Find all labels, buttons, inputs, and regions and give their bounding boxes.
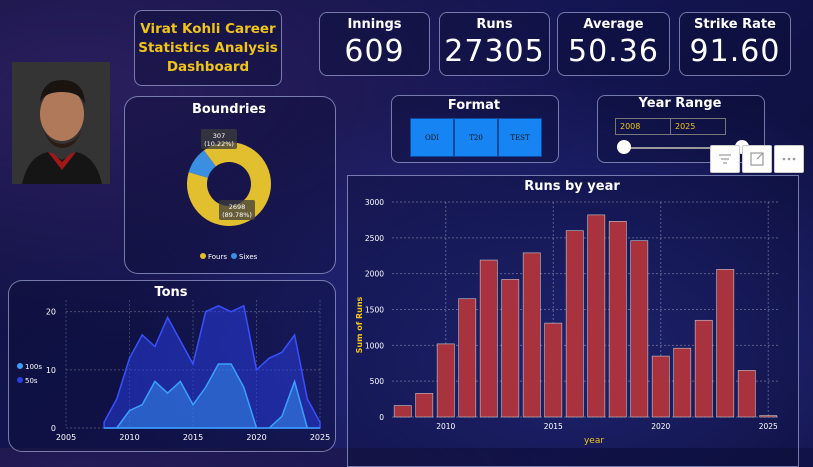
year-range-title: Year Range [638, 96, 722, 111]
legend-100s-label: 100s [25, 363, 42, 371]
runs-x-tick: 2015 [544, 422, 563, 431]
tons-legend: 100s 50s [17, 363, 42, 385]
kpi-runs-card: Runs 27305 [439, 12, 550, 76]
runs-x-tick: 2025 [759, 422, 778, 431]
more-options-icon [782, 157, 796, 161]
runs-bar-2021 [673, 347, 692, 418]
runs-bar-2017 [587, 214, 606, 418]
runs-bar-2012 [479, 259, 498, 418]
tons-y-tick: 0 [51, 424, 56, 433]
runs-bar-2019 [630, 240, 649, 418]
runs-bar-2022 [694, 319, 713, 418]
kpi-strike-rate-label: Strike Rate [694, 17, 776, 32]
format-option-test[interactable]: TEST [498, 118, 542, 157]
runs-bar-2025 [759, 415, 778, 418]
year-start-input[interactable]: 2008 [615, 118, 671, 135]
runs-y-tick: 1500 [365, 306, 384, 315]
runs-bar-2018 [608, 221, 627, 418]
donut-legend: Fours Sixes [200, 253, 258, 261]
tons-x-tick: 2020 [246, 433, 266, 442]
tons-y-tick: 20 [46, 308, 56, 317]
runs-x-tick: 2020 [651, 422, 670, 431]
runs-y-tick: 1000 [365, 341, 384, 350]
legend-100s-marker [17, 363, 23, 369]
legend-sixes-label: Sixes [239, 253, 258, 261]
format-option-odi[interactable]: ODI [410, 118, 454, 157]
legend-50s-label: 50s [25, 377, 38, 385]
runs-y-tick: 0 [379, 413, 384, 422]
donut-label-pct-sixes: (10.22%) [204, 140, 234, 148]
dashboard-title: Virat Kohli Career Statistics Analysis D… [138, 20, 278, 75]
runs-bar-2013 [501, 279, 520, 418]
filter-button[interactable] [710, 145, 740, 173]
runs-y-tick: 2500 [365, 234, 384, 243]
more-options-button[interactable] [774, 145, 804, 173]
legend-fours-label: Fours [208, 253, 227, 261]
runs-bar-2023 [716, 269, 735, 418]
kpi-average-value: 50.36 [568, 34, 659, 69]
kpi-average-label: Average [583, 17, 644, 32]
tons-x-tick: 2025 [310, 433, 330, 442]
kpi-average-card: Average 50.36 [557, 12, 670, 76]
year-end-input[interactable]: 2025 [670, 118, 726, 135]
tons-area-chart: 0 10 20 2005 2010 2015 2020 2025 100s 50s [17, 300, 330, 442]
runs-y-tick: 2000 [365, 270, 384, 279]
runs-y-tick: 500 [370, 377, 385, 386]
filter-icon [719, 154, 731, 164]
runs-by-year-chart: 0 500 1000 1500 2000 2500 3000 2010 2015 2020 2025… [355, 198, 779, 446]
runs-bar-2024 [737, 370, 756, 418]
focus-mode-button[interactable] [742, 145, 772, 173]
tons-x-tick: 2010 [119, 433, 139, 442]
runs-x-axis-title: year [584, 436, 604, 446]
runs-bar-2014 [522, 252, 541, 418]
kpi-strike-rate-card: Strike Rate 91.60 [679, 12, 791, 76]
year-slider-start-handle[interactable] [617, 140, 631, 154]
legend-sixes-marker [231, 253, 237, 259]
kpi-runs-label: Runs [476, 17, 513, 32]
format-option-t20[interactable]: T20 [454, 118, 498, 157]
runs-bar-2009 [415, 393, 434, 418]
dashboard-title-card: Virat Kohli Career Statistics Analysis D… [134, 10, 282, 86]
kpi-strike-rate-value: 91.60 [689, 34, 781, 69]
legend-50s-marker [17, 377, 23, 383]
kpi-innings-card: Innings 609 [319, 12, 430, 76]
kpi-runs-value: 27305 [444, 34, 545, 69]
runs-x-tick: 2010 [436, 422, 455, 431]
runs-bar-2015 [544, 322, 563, 418]
runs-y-axis-title: Sum of Runs [355, 296, 364, 353]
legend-fours-marker [200, 253, 206, 259]
runs-bar-2008 [393, 405, 412, 418]
tons-y-tick: 10 [46, 366, 56, 375]
runs-y-tick: 3000 [365, 198, 384, 207]
runs-bar-2011 [458, 298, 477, 418]
tons-x-tick: 2015 [183, 433, 203, 442]
player-photo [12, 62, 110, 184]
boundaries-donut-chart: 307(10.22%) 2698(89.78%) Fours Sixes [187, 129, 271, 261]
runs-bar-2010 [436, 343, 455, 418]
donut-label-pct-fours: (89.78%) [222, 211, 252, 219]
focus-mode-icon [750, 152, 764, 166]
kpi-innings-label: Innings [347, 17, 402, 32]
runs-bar-2016 [565, 230, 584, 418]
format-title: Format [447, 98, 501, 113]
donut-label-value-sixes: 307 [213, 132, 225, 140]
runs-bar-2020 [651, 355, 670, 418]
kpi-innings-value: 609 [344, 34, 405, 69]
tons-x-tick: 2005 [56, 433, 76, 442]
donut-label-value-fours: 2698 [229, 203, 246, 211]
